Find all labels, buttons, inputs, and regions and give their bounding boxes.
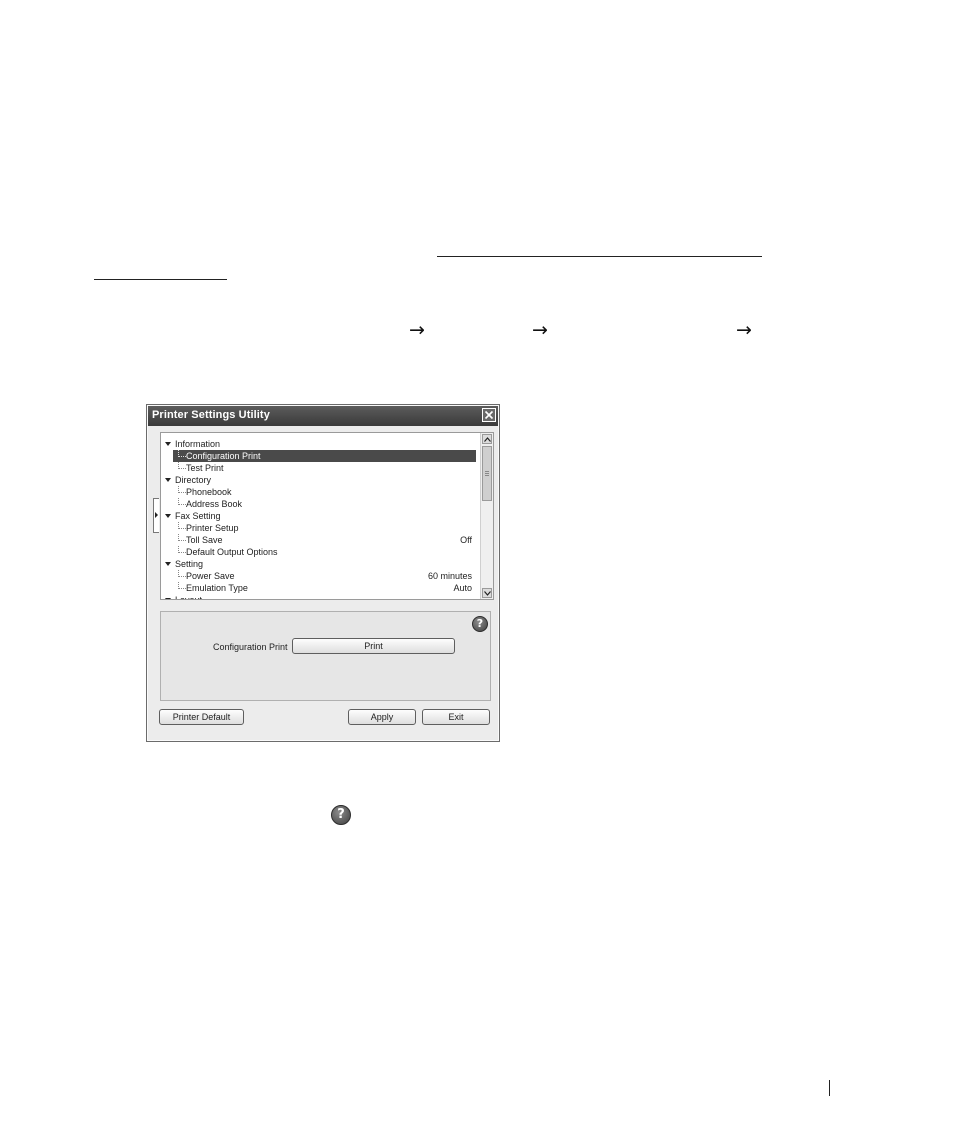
tree-connector <box>178 570 186 577</box>
tree-connector <box>178 534 186 541</box>
dialog-title: Printer Settings Utility <box>152 409 270 421</box>
tree-item[interactable]: Power Save 60 minutes <box>161 570 481 582</box>
tree-connector <box>178 498 186 505</box>
tree-item-value: Off <box>460 535 472 545</box>
tree-group[interactable]: Information <box>161 438 481 450</box>
scroll-down-button[interactable] <box>482 588 492 598</box>
print-button[interactable]: Print <box>292 638 455 654</box>
tree-item[interactable]: Test Print <box>161 462 481 474</box>
expand-triangle-icon[interactable] <box>165 514 171 518</box>
scroll-up-button[interactable] <box>482 434 492 444</box>
tree-connector <box>178 522 186 529</box>
page-footer-bar <box>829 1080 830 1096</box>
chevron-down-icon <box>484 591 491 596</box>
close-icon <box>484 410 494 420</box>
expand-triangle-icon[interactable] <box>165 478 171 482</box>
tree-item-label: Layout <box>175 595 203 600</box>
expand-triangle-icon[interactable] <box>165 562 171 566</box>
tree-item-value: 60 minutes <box>427 571 472 581</box>
tree-group[interactable]: Layout <box>161 594 481 600</box>
help-icon[interactable]: ? <box>472 616 488 632</box>
tree-connector <box>178 486 186 493</box>
tree-item[interactable]: Address Book <box>161 498 481 510</box>
menu-path-arrow: → <box>409 319 425 341</box>
tree-item[interactable]: Default Output Options <box>161 546 481 558</box>
exit-button[interactable]: Exit <box>422 709 490 725</box>
printer-default-button[interactable]: Printer Default <box>159 709 244 725</box>
tree-item[interactable]: Printer Setup <box>161 522 481 534</box>
tree-item[interactable]: Phonebook <box>161 486 481 498</box>
dialog-titlebar: Printer Settings Utility <box>148 406 498 426</box>
help-icon: ? <box>331 805 351 825</box>
close-button[interactable] <box>482 408 496 422</box>
settings-tree: Information Configuration Print Test Print… <box>160 432 494 600</box>
apply-button[interactable]: Apply <box>348 709 416 725</box>
tree-item-label: Printer Setup <box>186 523 239 533</box>
tree-item-label: Address Book <box>186 499 243 509</box>
tree-item-label: Information <box>175 439 221 449</box>
tree-item-value: Auto <box>453 583 472 593</box>
detail-panel: Configuration Print Print ? <box>160 611 491 701</box>
expand-triangle-icon[interactable] <box>165 598 171 599</box>
tree-connector <box>178 582 186 589</box>
printer-settings-dialog: Printer Settings Utility Information Conf… <box>146 404 500 742</box>
tree-item[interactable]: Configuration Print <box>173 450 476 462</box>
tree-item-label: Fax Setting <box>175 511 221 521</box>
tree-item[interactable]: Toll Save Off <box>161 534 481 546</box>
link-underline-1 <box>437 256 762 257</box>
tree-connector <box>178 546 186 553</box>
tree-scrollbar[interactable] <box>480 433 493 599</box>
link-underline-2 <box>94 279 227 280</box>
tree-connector <box>178 450 186 457</box>
tree-item-label: Emulation Type <box>186 583 248 593</box>
tree-item-label: Power Save <box>186 571 235 581</box>
scroll-thumb[interactable] <box>482 446 492 501</box>
tree-item-label: Configuration Print <box>186 451 261 461</box>
tree-connector <box>178 462 186 469</box>
tree-item-label: Toll Save <box>186 535 223 545</box>
tree-group[interactable]: Setting <box>161 558 481 570</box>
chevron-up-icon <box>484 437 491 442</box>
expand-arrow-icon <box>155 512 158 518</box>
menu-path-arrow: → <box>532 319 548 341</box>
tree-group[interactable]: Fax Setting <box>161 510 481 522</box>
tree-item-label: Setting <box>175 559 204 569</box>
tree-item-label: Phonebook <box>186 487 232 497</box>
panel-label: Configuration Print <box>213 642 288 652</box>
tree-item[interactable]: Emulation Type Auto <box>161 582 481 594</box>
tree-item-label: Directory <box>175 475 212 485</box>
expand-triangle-icon[interactable] <box>165 442 171 446</box>
side-collapse-handle[interactable] <box>153 498 159 533</box>
tree-item-label: Test Print <box>186 463 224 473</box>
tree-group[interactable]: Directory <box>161 474 481 486</box>
menu-path-arrow: → <box>736 319 752 341</box>
tree-item-label: Default Output Options <box>186 547 278 557</box>
